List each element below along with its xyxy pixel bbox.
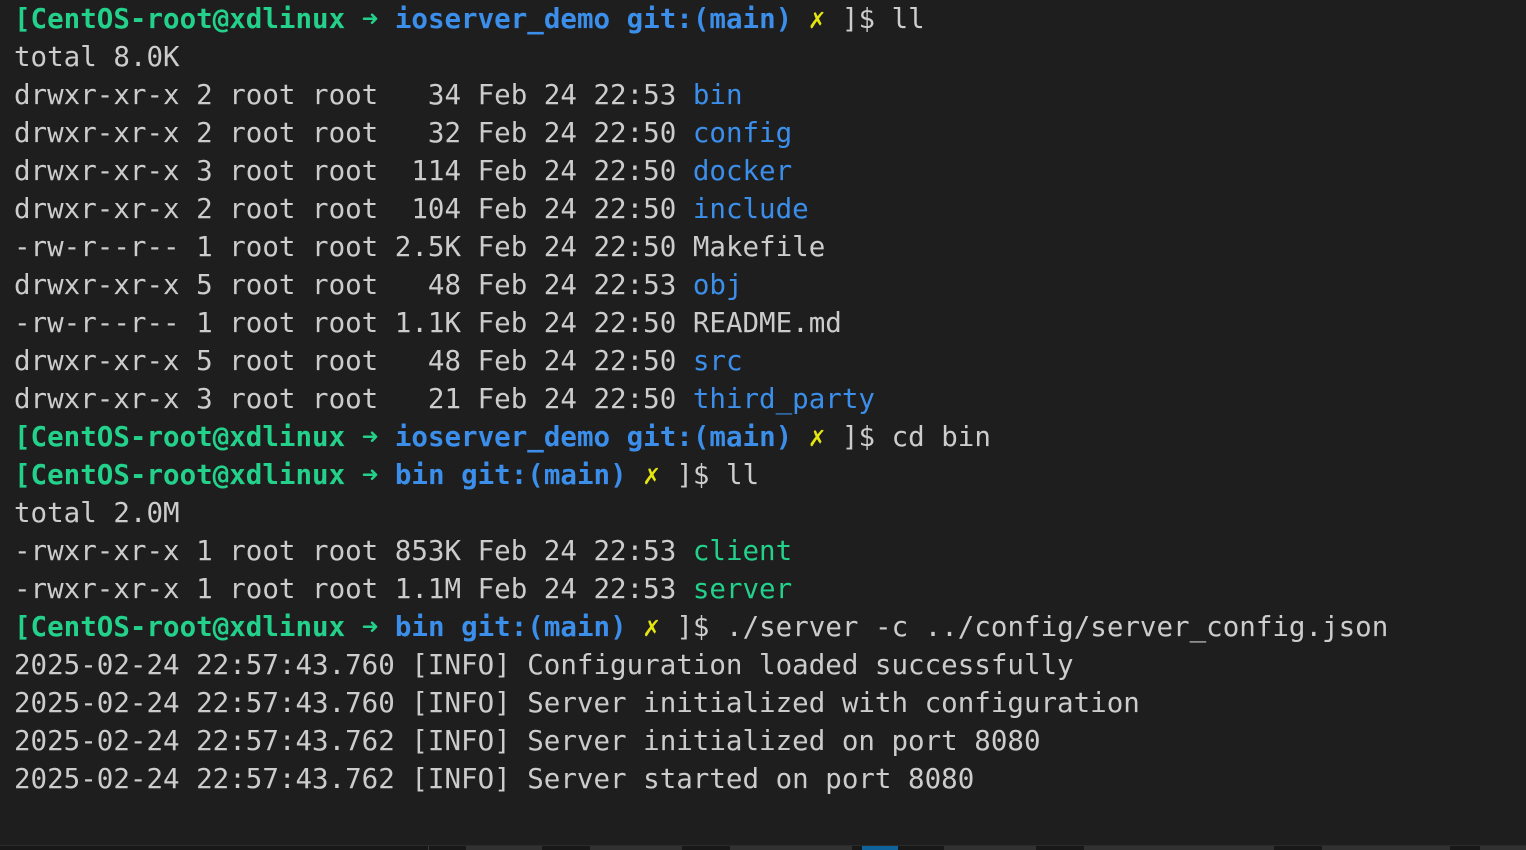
file-listing-row: drwxr-xr-x 3 root root 114 Feb 24 22:50 … bbox=[14, 152, 1516, 190]
file-metadata: drwxr-xr-x 2 root root 104 Feb 24 22:50 bbox=[14, 193, 677, 225]
output-text: 2025-02-24 22:57:43.762 [INFO] Server in… bbox=[14, 725, 1041, 757]
tab-debug-console[interactable] bbox=[1084, 846, 1274, 850]
git-dirty-icon: ✗ bbox=[643, 611, 660, 643]
output-line: 2025-02-24 22:57:43.760 [INFO] Server in… bbox=[14, 684, 1516, 722]
file-metadata: drwxr-xr-x 3 root root 21 Feb 24 22:50 bbox=[14, 383, 677, 415]
command-text: ll bbox=[726, 459, 760, 491]
file-listing-row: -rw-r--r-- 1 root root 1.1K Feb 24 22:50… bbox=[14, 304, 1516, 342]
git-dirty-icon: ✗ bbox=[643, 459, 660, 491]
prompt-host: [CentOS-root@xdlinux bbox=[14, 459, 346, 491]
output-text: total 2.0M bbox=[14, 497, 180, 529]
file-metadata: drwxr-xr-x 5 root root 48 Feb 24 22:53 bbox=[14, 269, 677, 301]
prompt-git-branch: git:(main) bbox=[626, 3, 793, 35]
file-metadata: -rwxr-xr-x 1 root root 853K Feb 24 22:53 bbox=[14, 535, 677, 567]
file-name: bin bbox=[692, 79, 743, 111]
file-metadata: drwxr-xr-x 2 root root 34 Feb 24 22:53 bbox=[14, 79, 677, 111]
output-line: 2025-02-24 22:57:43.762 [INFO] Server st… bbox=[14, 760, 1516, 798]
tab-problems[interactable] bbox=[730, 846, 852, 850]
output-line: 2025-02-24 22:57:43.760 [INFO] Configura… bbox=[14, 646, 1516, 684]
file-listing-row: drwxr-xr-x 5 root root 48 Feb 24 22:53 o… bbox=[14, 266, 1516, 304]
file-metadata: drwxr-xr-x 2 root root 32 Feb 24 22:50 bbox=[14, 117, 677, 149]
output-line: 2025-02-24 22:57:43.762 [INFO] Server in… bbox=[14, 722, 1516, 760]
git-dirty-icon: ✗ bbox=[808, 3, 826, 35]
file-listing-row: -rwxr-xr-x 1 root root 853K Feb 24 22:53… bbox=[14, 532, 1516, 570]
prompt-line: [CentOS-root@xdlinux ➜ bin git:(main) ✗ … bbox=[14, 456, 1516, 494]
tab-gitlens[interactable] bbox=[590, 846, 682, 850]
file-name: client bbox=[692, 535, 793, 567]
problems-count-badge bbox=[862, 846, 898, 850]
tab-more[interactable] bbox=[1480, 846, 1526, 850]
prompt-directory: bin bbox=[394, 611, 445, 643]
prompt-suffix: ]$ bbox=[841, 3, 876, 35]
file-listing-row: drwxr-xr-x 5 root root 48 Feb 24 22:50 s… bbox=[14, 342, 1516, 380]
file-metadata: -rw-r--r-- 1 root root 1.1K Feb 24 22:50 bbox=[14, 307, 677, 339]
file-name: server bbox=[692, 573, 793, 605]
prompt-directory: ioserver_demo bbox=[394, 421, 611, 453]
prompt-arrow-icon: ➜ bbox=[361, 421, 379, 453]
file-listing-row: -rw-r--r-- 1 root root 2.5K Feb 24 22:50… bbox=[14, 228, 1516, 266]
prompt-directory: bin bbox=[394, 459, 445, 491]
file-name: docker bbox=[692, 155, 793, 187]
file-listing-row: drwxr-xr-x 3 root root 21 Feb 24 22:50 t… bbox=[14, 380, 1516, 418]
panel-divider bbox=[428, 846, 429, 850]
prompt-git-branch: git:(main) bbox=[461, 611, 627, 643]
prompt-suffix: ]$ bbox=[676, 459, 710, 491]
prompt-arrow-icon: ➜ bbox=[361, 459, 379, 491]
prompt-arrow-icon: ➜ bbox=[361, 3, 379, 35]
file-listing-row: drwxr-xr-x 2 root root 34 Feb 24 22:53 b… bbox=[14, 76, 1516, 114]
prompt-line: [CentOS-root@xdlinux ➜ bin git:(main) ✗ … bbox=[14, 608, 1516, 646]
prompt-host: [CentOS-root@xdlinux bbox=[14, 3, 346, 35]
prompt-git-branch: git:(main) bbox=[626, 421, 793, 453]
file-listing-row: drwxr-xr-x 2 root root 104 Feb 24 22:50 … bbox=[14, 190, 1516, 228]
command-text: ./server -c ../config/server_config.json bbox=[726, 611, 1389, 643]
prompt-suffix: ]$ bbox=[676, 611, 710, 643]
file-listing-row: -rwxr-xr-x 1 root root 1.1M Feb 24 22:53… bbox=[14, 570, 1516, 608]
command-text: cd bin bbox=[891, 421, 991, 453]
prompt-line: [CentOS-root@xdlinux ➜ ioserver_demo git… bbox=[14, 0, 1516, 38]
file-name: README.md bbox=[692, 307, 842, 339]
command-text: ll bbox=[891, 3, 925, 35]
output-text: 2025-02-24 22:57:43.762 [INFO] Server st… bbox=[14, 763, 975, 795]
file-metadata: drwxr-xr-x 5 root root 48 Feb 24 22:50 bbox=[14, 345, 677, 377]
file-listing-row: drwxr-xr-x 2 root root 32 Feb 24 22:50 c… bbox=[14, 114, 1516, 152]
tab-terminal[interactable] bbox=[1322, 846, 1450, 850]
file-name: include bbox=[692, 193, 809, 225]
prompt-line: [CentOS-root@xdlinux ➜ ioserver_demo git… bbox=[14, 418, 1516, 456]
file-metadata: -rwxr-xr-x 1 root root 1.1M Feb 24 22:53 bbox=[14, 573, 677, 605]
prompt-arrow-icon: ➜ bbox=[361, 611, 379, 643]
output-line: total 8.0K bbox=[14, 38, 1516, 76]
prompt-git-branch: git:(main) bbox=[461, 459, 627, 491]
prompt-host: [CentOS-root@xdlinux bbox=[14, 421, 346, 453]
prompt-host: [CentOS-root@xdlinux bbox=[14, 611, 346, 643]
tab-ports[interactable] bbox=[466, 846, 542, 850]
file-metadata: drwxr-xr-x 3 root root 114 Feb 24 22:50 bbox=[14, 155, 677, 187]
output-text: 2025-02-24 22:57:43.760 [INFO] Server in… bbox=[14, 687, 1140, 719]
file-name: obj bbox=[692, 269, 743, 301]
git-dirty-icon: ✗ bbox=[808, 421, 826, 453]
file-metadata: -rw-r--r-- 1 root root 2.5K Feb 24 22:50 bbox=[14, 231, 677, 263]
file-name: src bbox=[692, 345, 743, 377]
file-name: Makefile bbox=[692, 231, 826, 263]
tab-output[interactable] bbox=[944, 846, 1036, 850]
prompt-suffix: ]$ bbox=[841, 421, 876, 453]
file-name: third_party bbox=[692, 383, 875, 415]
file-name: config bbox=[692, 117, 793, 149]
terminal-output[interactable]: [CentOS-root@xdlinux ➜ ioserver_demo git… bbox=[14, 0, 1516, 820]
output-line: total 2.0M bbox=[14, 494, 1516, 532]
output-text: 2025-02-24 22:57:43.760 [INFO] Configura… bbox=[14, 649, 1074, 681]
panel-tab-strip bbox=[0, 845, 1526, 850]
output-text: total 8.0K bbox=[14, 41, 180, 73]
prompt-directory: ioserver_demo bbox=[394, 3, 611, 35]
